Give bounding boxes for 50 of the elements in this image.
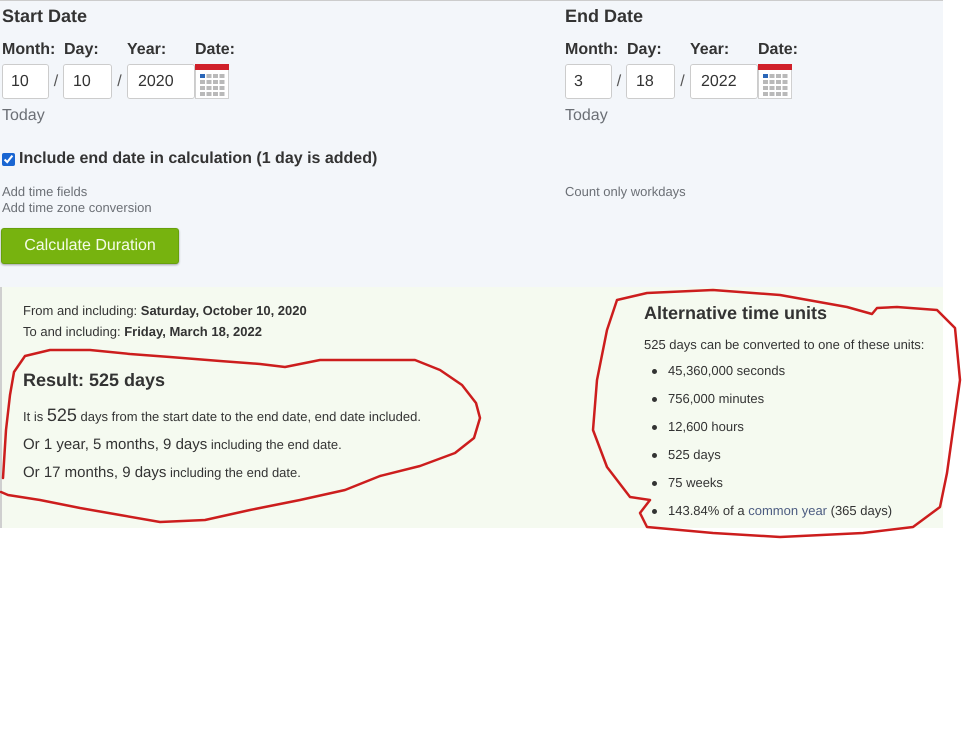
result-heading: Result: 525 days [23,369,166,392]
section-title: End Date [565,5,644,27]
bullet-icon [652,508,657,514]
day-input[interactable]: 18 [626,64,675,99]
year-input[interactable]: 2022 [690,64,758,99]
field-label: Day: [64,40,99,60]
field-label: Year: [127,40,166,60]
today-link[interactable]: Today [565,106,608,126]
option-link[interactable]: Count only workdays [565,184,686,200]
result-sentence: Or 17 months, 9 days including the end date. [23,463,301,483]
field-label: Date: [758,40,798,60]
month-input[interactable]: 3 [565,64,612,99]
section-title: Start Date [2,5,88,27]
calendar-icon[interactable] [195,64,229,99]
bullet-icon [652,396,657,402]
unit-value: 45,360,000 seconds [668,362,786,380]
year-input[interactable]: 2020 [127,64,195,99]
field-label: Year: [690,40,730,60]
option-link[interactable]: Add time zone conversion [2,200,152,216]
bullet-icon [652,452,657,458]
date-separator: / [616,72,622,92]
include-end-date-checkbox[interactable] [2,152,15,166]
date-range-line: To and including: Friday, March 18, 2022 [23,323,262,341]
day-input[interactable]: 10 [63,64,112,99]
date-separator: / [680,72,685,92]
today-link[interactable]: Today [2,106,45,126]
field-label: Month: [565,40,618,60]
date-range-line: From and including: Saturday, October 10, 2020 [23,302,307,320]
checkbox-label: Include end date in calculation (1 day is added) [19,149,378,169]
field-label: Date: [195,40,236,60]
bullet-icon [652,424,657,430]
unit-value: 756,000 minutes [668,390,764,408]
field-label: Day: [627,40,662,60]
bullet-icon [652,480,657,486]
option-link[interactable]: Add time fields [2,184,88,200]
calendar-icon[interactable] [758,64,792,99]
unit-value: 12,600 hours [668,418,744,436]
bullet-icon [652,368,657,374]
unit-value: 143.84% of a common year (365 days) [668,502,892,520]
result-sentence: Or 1 year, 5 months, 9 days including the end date. [23,435,342,455]
field-label: Month: [2,40,56,60]
alternative-units-heading: Alternative time units [644,302,828,325]
common-year-link[interactable]: common year [748,503,827,518]
unit-value: 525 days [668,446,721,464]
month-input[interactable]: 10 [2,64,49,99]
date-separator: / [54,72,58,92]
unit-value: 75 weeks [668,474,723,492]
conversion-intro: 525 days can be converted to one of these units: [644,336,924,354]
date-separator: / [117,72,122,92]
result-sentence: It is 525 days from the start date to the end date, end date included. [23,404,421,427]
